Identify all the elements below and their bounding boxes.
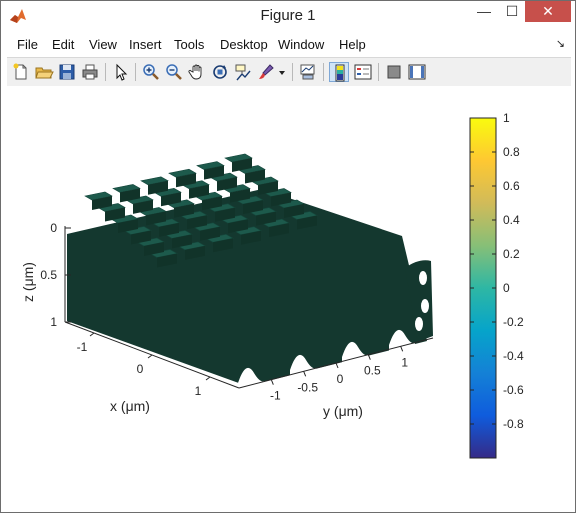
dock-figure-icon[interactable]: ↘ (556, 37, 565, 50)
colorbar-tick-label: -0.2 (503, 315, 524, 329)
z-axis-label: z (μm) (20, 262, 36, 302)
colorbar-tick-label: 0.2 (503, 247, 520, 261)
y-tick-label: -1 (270, 389, 281, 403)
link-plot-icon[interactable] (298, 62, 318, 82)
menu-tools[interactable]: Tools (174, 37, 204, 52)
colorbar-icon[interactable] (329, 62, 349, 82)
pan-icon[interactable] (187, 62, 207, 82)
menu-bar: File Edit View Insert Tools Desktop Wind… (7, 33, 571, 55)
menu-help[interactable]: Help (339, 37, 366, 52)
y-tick-label: 0.5 (364, 364, 381, 378)
colorbar-tick-label: -0.4 (503, 349, 524, 363)
show-plot-tools-icon[interactable] (407, 62, 427, 82)
maximize-button[interactable]: ☐ (499, 1, 525, 22)
x-tick-label: 1 (195, 384, 202, 398)
surface-plot[interactable] (67, 153, 433, 389)
brush-dropdown-icon[interactable] (277, 62, 287, 82)
surface-gap (421, 299, 429, 313)
x-tick-label: 0 (137, 362, 144, 376)
toolbar-separator (135, 63, 136, 81)
legend-icon[interactable] (353, 62, 373, 82)
brush-icon[interactable] (256, 62, 276, 82)
figure-toolbar (7, 57, 571, 87)
x-tick-mark (147, 354, 153, 359)
figure-canvas[interactable]: 0 0.5 1 -1 0 1 -1 -0.5 0 0.5 1 z (μm) x (μm) y (μm… (7, 86, 571, 506)
colorbar-tick-label: 0 (503, 281, 510, 295)
close-button[interactable]: ✕ (525, 1, 571, 22)
pointer-icon[interactable] (111, 62, 131, 82)
z-tick-label: 0.5 (40, 268, 57, 282)
plot-svg[interactable]: 0 0.5 1 -1 0 1 -1 -0.5 0 0.5 1 z (μm) x (μm) y (μm… (7, 86, 571, 506)
x-axis-label: x (μm) (110, 398, 150, 414)
colorbar-tick-label: 1 (503, 111, 510, 125)
y-tick-mark (270, 379, 274, 385)
title-bar[interactable]: Figure 1 — ☐ ✕ (1, 1, 575, 31)
menu-desktop[interactable]: Desktop (220, 37, 268, 52)
colorbar-tick-label: -0.8 (503, 417, 524, 431)
toolbar-separator (105, 63, 106, 81)
minimize-button[interactable]: — (471, 1, 497, 22)
surface-gap (415, 317, 423, 331)
colorbar[interactable]: 1 0.8 0.6 0.4 0.2 0 -0.2 -0.4 -0.6 -0.8 (469, 111, 524, 459)
print-icon[interactable] (80, 62, 100, 82)
z-tick-label: 1 (50, 315, 57, 329)
colorbar-tick-label: 0.4 (503, 213, 520, 227)
save-icon[interactable] (57, 62, 77, 82)
menu-edit[interactable]: Edit (52, 37, 74, 52)
menu-window[interactable]: Window (278, 37, 324, 52)
y-tick-mark (335, 362, 339, 369)
surface-gap (419, 271, 427, 285)
toolbar-separator (378, 63, 379, 81)
colorbar-tick-label: 0.6 (503, 179, 520, 193)
figure-window: Figure 1 — ☐ ✕ File Edit View Insert Too… (0, 0, 576, 513)
new-figure-icon[interactable] (11, 62, 31, 82)
hide-plot-tools-icon[interactable] (384, 62, 404, 82)
x-tick-label: -1 (77, 340, 88, 354)
x-tick-mark (89, 332, 95, 337)
colorbar-tick-label: 0.8 (503, 145, 520, 159)
toolbar-separator (323, 63, 324, 81)
y-tick-label: 1 (401, 355, 408, 369)
toolbar-separator (292, 63, 293, 81)
open-file-icon[interactable] (34, 62, 54, 82)
y-tick-label: 0 (337, 372, 344, 386)
y-axis-label: y (μm) (323, 403, 363, 419)
menu-view[interactable]: View (89, 37, 117, 52)
y-tick-label: -0.5 (297, 380, 318, 394)
x-tick-mark (205, 376, 211, 381)
zoom-out-icon[interactable] (164, 62, 184, 82)
zoom-in-icon[interactable] (141, 62, 161, 82)
data-cursor-icon[interactable] (233, 62, 253, 82)
menu-file[interactable]: File (17, 37, 38, 52)
menu-insert[interactable]: Insert (129, 37, 162, 52)
z-tick-label: 0 (50, 221, 57, 235)
colorbar-tick-label: -0.6 (503, 383, 524, 397)
rotate-3d-icon[interactable] (210, 62, 230, 82)
